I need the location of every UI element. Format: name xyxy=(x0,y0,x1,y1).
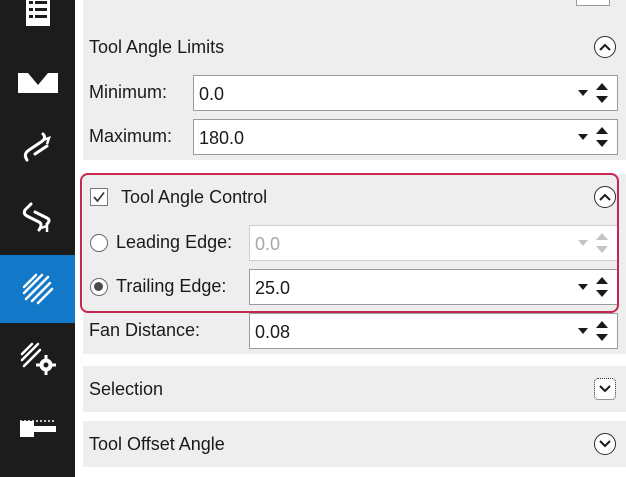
parallel-lines-icon[interactable] xyxy=(0,255,75,323)
icon-sidebar xyxy=(0,0,75,477)
previous-section-remnant xyxy=(83,0,626,24)
maximum-row: Maximum: 180.0 xyxy=(83,114,626,160)
minimum-field[interactable]: 0.0 xyxy=(193,75,618,111)
dropdown-spinner-icon[interactable] xyxy=(575,124,613,150)
fan-distance-label: Fan Distance: xyxy=(89,320,201,340)
leading-edge-field: 0.0 xyxy=(249,225,618,261)
maximum-field[interactable]: 180.0 xyxy=(193,119,618,155)
section-gap xyxy=(83,354,626,366)
properties-panel: Tool Angle Limits Minimum: 0.0 Maximum: … xyxy=(75,0,626,477)
dropdown-spinner-icon[interactable] xyxy=(575,80,613,106)
chevron-up-icon[interactable] xyxy=(594,186,616,208)
dropdown-spinner-icon[interactable] xyxy=(575,318,613,344)
tool-angle-control-header[interactable]: Tool Angle Control xyxy=(83,174,626,220)
leading-edge-row: Leading Edge: 0.0 xyxy=(83,220,626,266)
maximum-value: 180.0 xyxy=(199,128,245,148)
leading-edge-radio[interactable] xyxy=(90,234,108,252)
trailing-edge-row: Trailing Edge: 25.0 xyxy=(83,264,626,310)
toolpath-settings-icon[interactable] xyxy=(0,327,75,389)
trailing-edge-radio[interactable] xyxy=(90,278,108,296)
chevron-down-icon[interactable] xyxy=(594,378,616,400)
trailing-edge-field[interactable]: 25.0 xyxy=(249,269,618,305)
list-icon[interactable] xyxy=(0,0,75,42)
chevron-up-icon[interactable] xyxy=(594,36,616,58)
section-title: Tool Offset Angle xyxy=(89,433,225,454)
fan-distance-field[interactable]: 0.08 xyxy=(249,313,618,349)
minimum-label: Minimum: xyxy=(89,82,168,102)
minimum-value: 0.0 xyxy=(199,84,225,104)
fan-distance-value: 0.08 xyxy=(255,322,291,342)
leading-edge-label: Leading Edge: xyxy=(116,232,233,252)
section-title: Tool Angle Control xyxy=(121,186,268,207)
dropdown-spinner-icon xyxy=(578,233,608,253)
dropdown-spinner-icon[interactable] xyxy=(575,274,613,300)
fan-distance-row: Fan Distance: 0.08 xyxy=(83,308,626,354)
tool-icon[interactable] xyxy=(0,398,75,460)
section-gap xyxy=(83,412,626,421)
previous-field-stub xyxy=(576,0,610,6)
selection-header[interactable]: Selection xyxy=(83,366,626,412)
maximum-label: Maximum: xyxy=(89,126,173,146)
chevron-down-icon[interactable] xyxy=(594,433,616,455)
section-title: Selection xyxy=(89,378,164,399)
toolpath-out-icon[interactable] xyxy=(0,186,75,248)
minimum-row: Minimum: 0.0 xyxy=(83,70,626,116)
bowl-icon[interactable] xyxy=(0,52,75,114)
toolpath-in-icon[interactable] xyxy=(0,118,75,180)
leading-edge-value: 0.0 xyxy=(255,234,281,254)
tool-angle-limits-header[interactable]: Tool Angle Limits xyxy=(83,24,626,70)
section-title: Tool Angle Limits xyxy=(89,36,225,57)
trailing-edge-label: Trailing Edge: xyxy=(116,276,227,296)
tool-offset-angle-header[interactable]: Tool Offset Angle xyxy=(83,421,626,467)
trailing-edge-value: 25.0 xyxy=(255,278,291,298)
tool-angle-control-checkbox[interactable] xyxy=(90,188,108,206)
section-gap xyxy=(83,160,626,174)
